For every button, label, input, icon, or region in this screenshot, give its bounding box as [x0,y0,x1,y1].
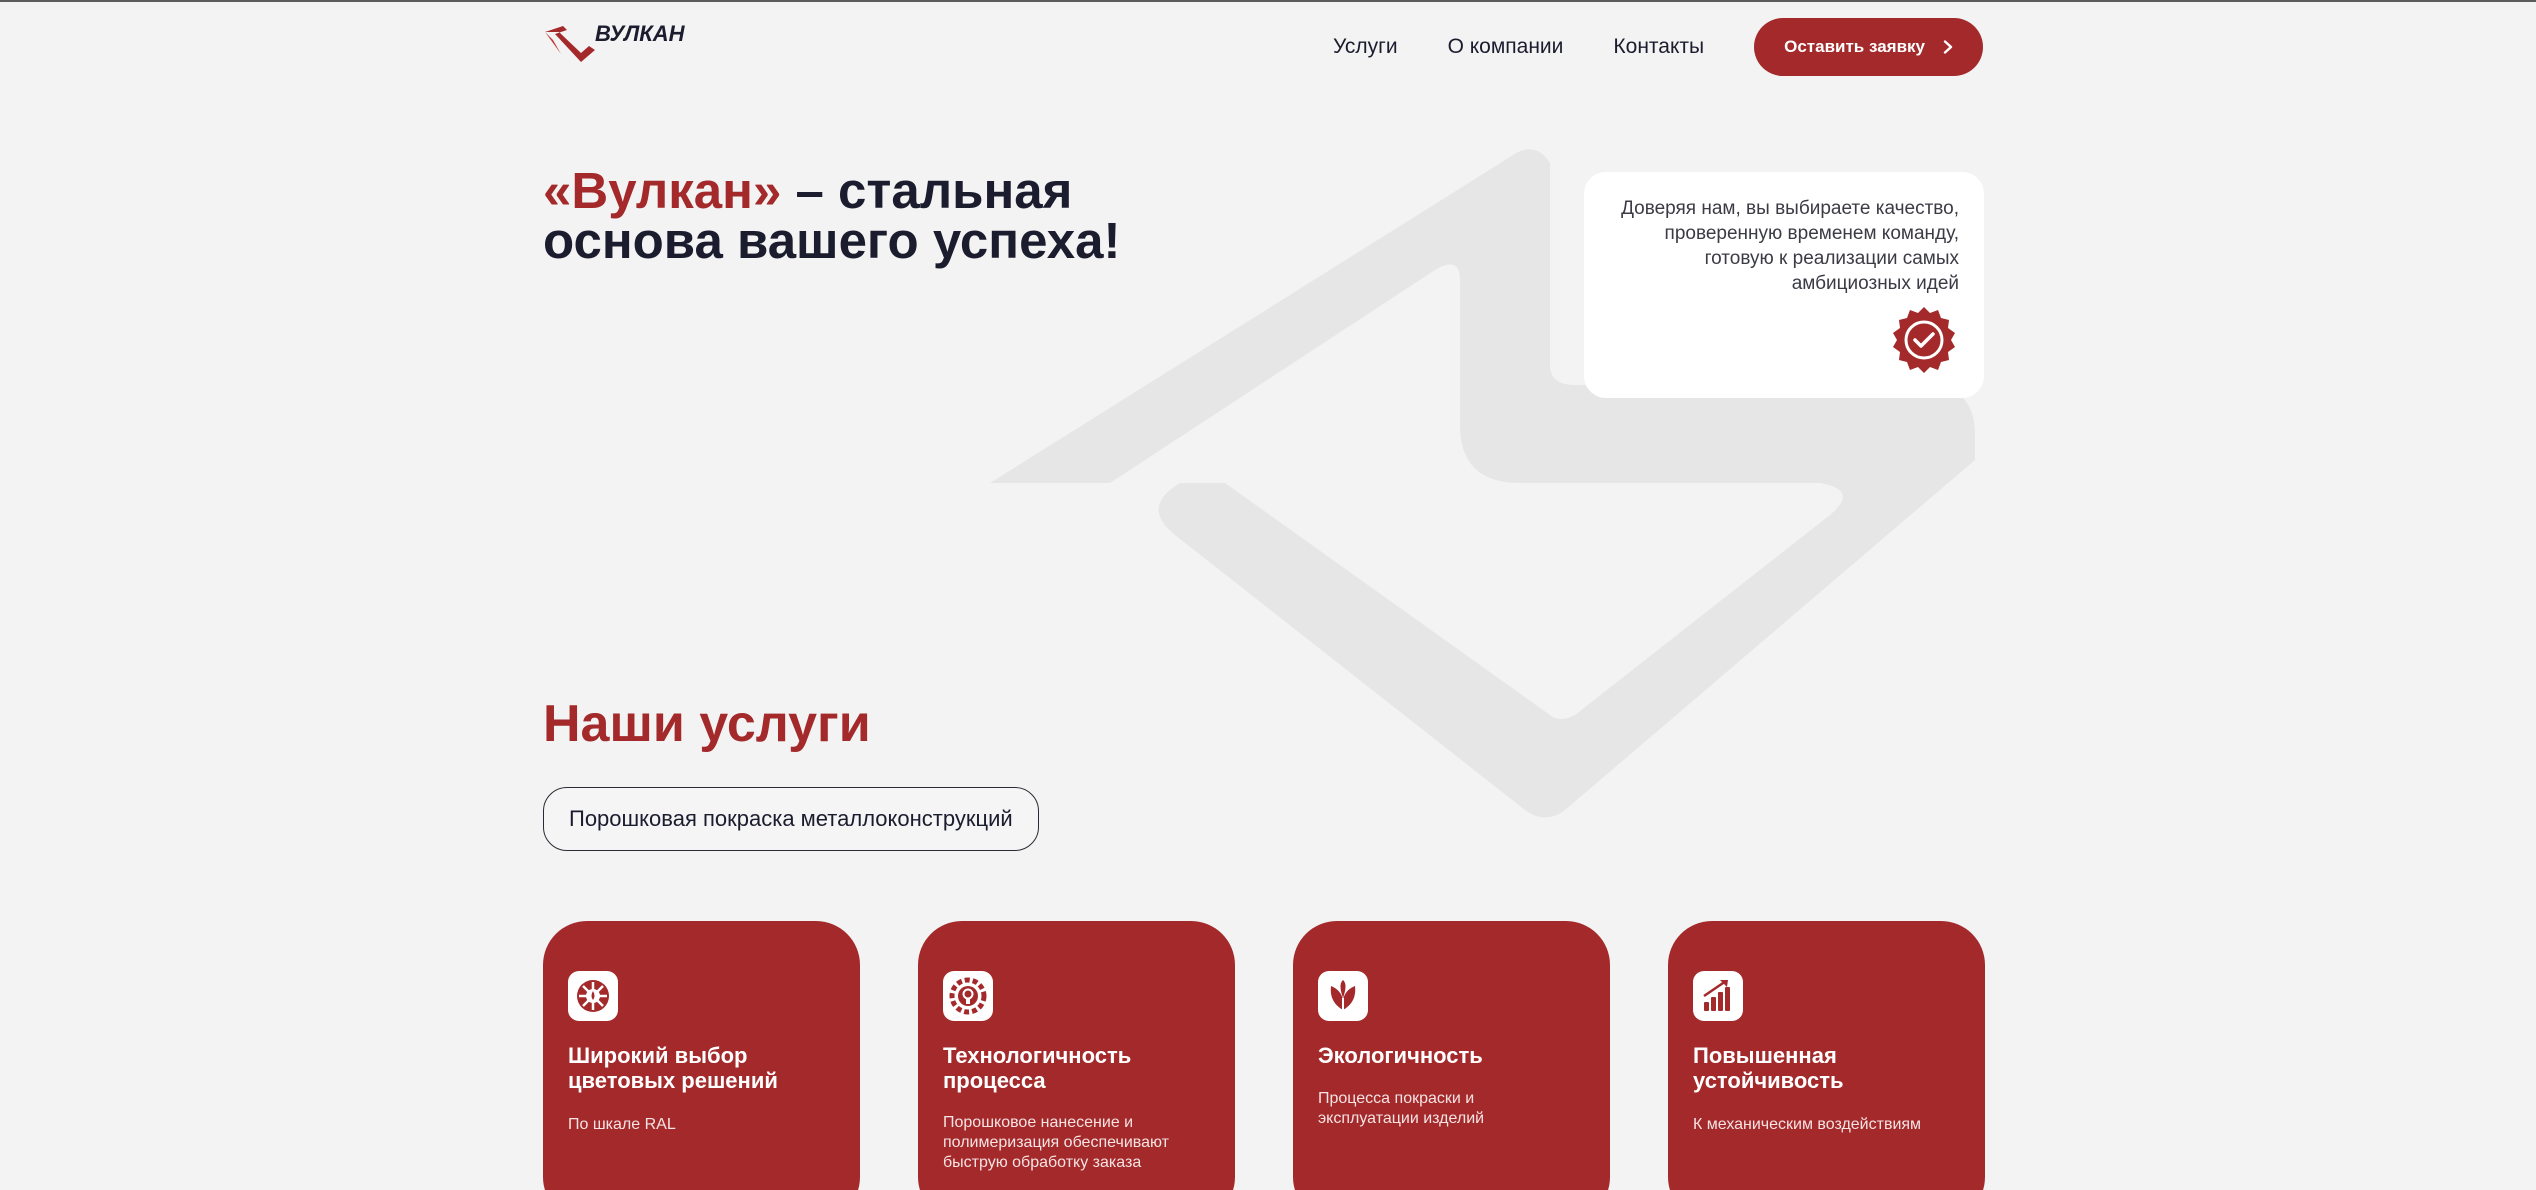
growth-chart-icon [1693,971,1743,1021]
card-title: Технологичность процесса [943,1043,1132,1093]
leave-request-label: Оставить заявку [1784,37,1925,56]
service-cards: Широкий выбор цветовых решений По шкале … [543,921,1985,1190]
logo-wordmark: ВУЛКАН [595,22,686,46]
service-card-colors[interactable]: Широкий выбор цветовых решений По шкале … [543,921,860,1190]
leave-request-button[interactable]: Оставить заявку [1754,18,1983,76]
leaf-icon [1318,971,1368,1021]
trust-text: Доверяя нам, вы выбираете качество, пров… [1621,198,1959,294]
trust-card: Доверяя нам, вы выбираете качество, пров… [1584,172,1984,398]
card-title: Широкий выбор цветовых решений [568,1043,778,1093]
chevron-right-icon [1943,40,1953,54]
vulkan-logo[interactable]: ВУЛКАН [543,22,715,66]
service-card-ecology[interactable]: Экологичность Процесса покраски и эксплу… [1293,921,1610,1190]
gear-lightbulb-icon [943,971,993,1021]
nav-link-services[interactable]: Услуги [1333,25,1398,69]
nav-link-about[interactable]: О компании [1448,25,1564,69]
powder-coating-tab[interactable]: Порошковая покраска металлоконструкций [543,787,1039,851]
palette-icon [568,971,618,1021]
hero-title-brand: «Вулкан» [543,162,782,219]
service-card-durability[interactable]: Повышенная устойчивость К механическим в… [1668,921,1985,1190]
nav-link-contacts[interactable]: Контакты [1613,25,1704,69]
card-subtitle: Процесса покраски и эксплуатации изделий [1318,1090,1485,1127]
card-title: Экологичность [1318,1043,1483,1068]
top-border [0,0,2536,2]
service-card-technology[interactable]: Технологичность процесса Порошковое нане… [918,921,1235,1190]
services-heading: Наши услуги [543,695,871,753]
card-subtitle: Порошковое нанесение и полимеризация обе… [943,1114,1169,1171]
card-subtitle: К механическим воздействиям [1693,1116,1922,1133]
main-nav: Услуги О компании Контакты Оставить заяв… [1333,18,1983,76]
card-title: Повышенная устойчивость [1693,1043,1844,1093]
hero-title: «Вулкан» – стальная основа вашего успеха… [543,165,1163,266]
check-badge-icon [1893,307,1955,373]
card-subtitle: По шкале RAL [568,1116,676,1133]
